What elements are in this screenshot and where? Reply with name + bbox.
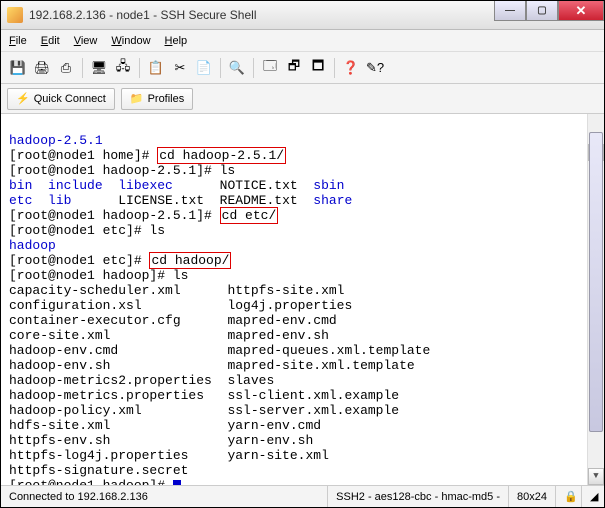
term-line: hadoop-metrics2.properties slaves [9, 373, 274, 388]
status-cipher: SSH2 - aes128-cbc - hmac-md5 - [328, 486, 509, 507]
statusbar: Connected to 192.168.2.136 SSH2 - aes128… [1, 485, 604, 507]
terminal-icon[interactable]: 🗖 [307, 57, 329, 79]
term-line: bin include libexec NOTICE.txt sbin [9, 178, 345, 193]
menubar: File Edit View Window Help [1, 30, 604, 52]
status-size: 80x24 [509, 486, 556, 507]
window-title: 192.168.2.136 - node1 - SSH Secure Shell [29, 8, 256, 22]
cut-icon[interactable]: ✂ [169, 57, 191, 79]
term-line: container-executor.cfg mapred-env.cmd [9, 313, 337, 328]
maximize-button[interactable]: ▢ [526, 1, 558, 21]
term-line: httpfs-signature.secret [9, 463, 188, 478]
lightning-icon: ⚡ [16, 92, 30, 105]
menu-file[interactable]: File [9, 35, 27, 47]
scroll-thumb[interactable] [589, 132, 603, 432]
menu-view[interactable]: View [74, 35, 98, 47]
help-icon[interactable]: ❓ [340, 57, 362, 79]
status-icon: 🔒 [556, 486, 582, 507]
menu-help[interactable]: Help [165, 35, 188, 47]
copy-icon[interactable]: 📋 [145, 57, 167, 79]
about-icon[interactable]: ✎? [364, 57, 386, 79]
term-line: [root@node1 etc]# cd hadoop/ [9, 252, 231, 269]
profiles-button[interactable]: 📁 Profiles [121, 88, 193, 110]
term-line: [root@node1 etc]# ls [9, 223, 165, 238]
scrollbar[interactable]: ▲ ▼ [587, 114, 604, 485]
term-line: hadoop-metrics.properties ssl-client.xml… [9, 388, 399, 403]
folder-icon: 📁 [130, 92, 144, 105]
cursor [173, 480, 181, 485]
term-line: hdfs-site.xml yarn-env.cmd [9, 418, 321, 433]
status-connected: Connected to 192.168.2.136 [1, 486, 328, 507]
profiles-label: Profiles [148, 93, 185, 105]
scroll-down-icon[interactable]: ▼ [588, 468, 604, 485]
term-line: core-site.xml mapred-env.sh [9, 328, 329, 343]
term-line: [root@node1 hadoop-2.5.1]# ls [9, 163, 235, 178]
term-line: hadoop-2.5.1 [9, 133, 103, 148]
term-line: httpfs-env.sh yarn-env.sh [9, 433, 313, 448]
term-line: hadoop [9, 238, 56, 253]
preview-icon[interactable]: ⎙ [55, 57, 77, 79]
save-icon[interactable]: 💾 [7, 57, 29, 79]
app-icon [7, 7, 23, 23]
windows-icon[interactable]: 🗗 [283, 57, 305, 79]
term-line: hadoop-env.sh mapred-site.xml.template [9, 358, 415, 373]
term-line: [root@node1 hadoop-2.5.1]# cd etc/ [9, 207, 278, 224]
menu-window[interactable]: Window [111, 35, 150, 47]
resize-grip-icon[interactable]: ◢ [582, 486, 604, 507]
toolbar: 💾 🖨 ⎙ 🖥 🖧 📋 ✂ 📄 🔍 🗔 🗗 🗖 ❓ ✎? [1, 52, 604, 84]
titlebar[interactable]: 192.168.2.136 - node1 - SSH Secure Shell… [1, 1, 604, 30]
term-line: [root@node1 hadoop]# ls [9, 268, 188, 283]
minimize-button[interactable]: — [494, 1, 526, 21]
term-line: [root@node1 hadoop]# [9, 478, 181, 485]
connect-icon[interactable]: 🖥 [88, 57, 110, 79]
term-line: capacity-scheduler.xml httpfs-site.xml [9, 283, 344, 298]
term-line: configuration.xsl log4j.properties [9, 298, 352, 313]
print-icon[interactable]: 🖨 [31, 57, 53, 79]
paste-icon[interactable]: 📄 [193, 57, 215, 79]
term-line: httpfs-log4j.properties yarn-site.xml [9, 448, 329, 463]
term-line: hadoop-env.cmd mapred-queues.xml.templat… [9, 343, 430, 358]
menu-edit[interactable]: Edit [41, 35, 60, 47]
close-button[interactable]: ✕ [558, 1, 604, 21]
new-window-icon[interactable]: 🗔 [259, 57, 281, 79]
find-icon[interactable]: 🔍 [226, 57, 248, 79]
terminal[interactable]: hadoop-2.5.1 [root@node1 home]# cd hadoo… [1, 114, 604, 485]
quick-connect-button[interactable]: ⚡ Quick Connect [7, 88, 115, 110]
term-line: hadoop-policy.xml ssl-server.xml.example [9, 403, 399, 418]
disconnect-icon[interactable]: 🖧 [112, 57, 134, 79]
term-line: etc lib LICENSE.txt README.txt share [9, 193, 352, 208]
quick-connect-label: Quick Connect [34, 93, 106, 105]
connect-bar: ⚡ Quick Connect 📁 Profiles [1, 84, 604, 114]
term-line: [root@node1 home]# cd hadoop-2.5.1/ [9, 147, 286, 164]
